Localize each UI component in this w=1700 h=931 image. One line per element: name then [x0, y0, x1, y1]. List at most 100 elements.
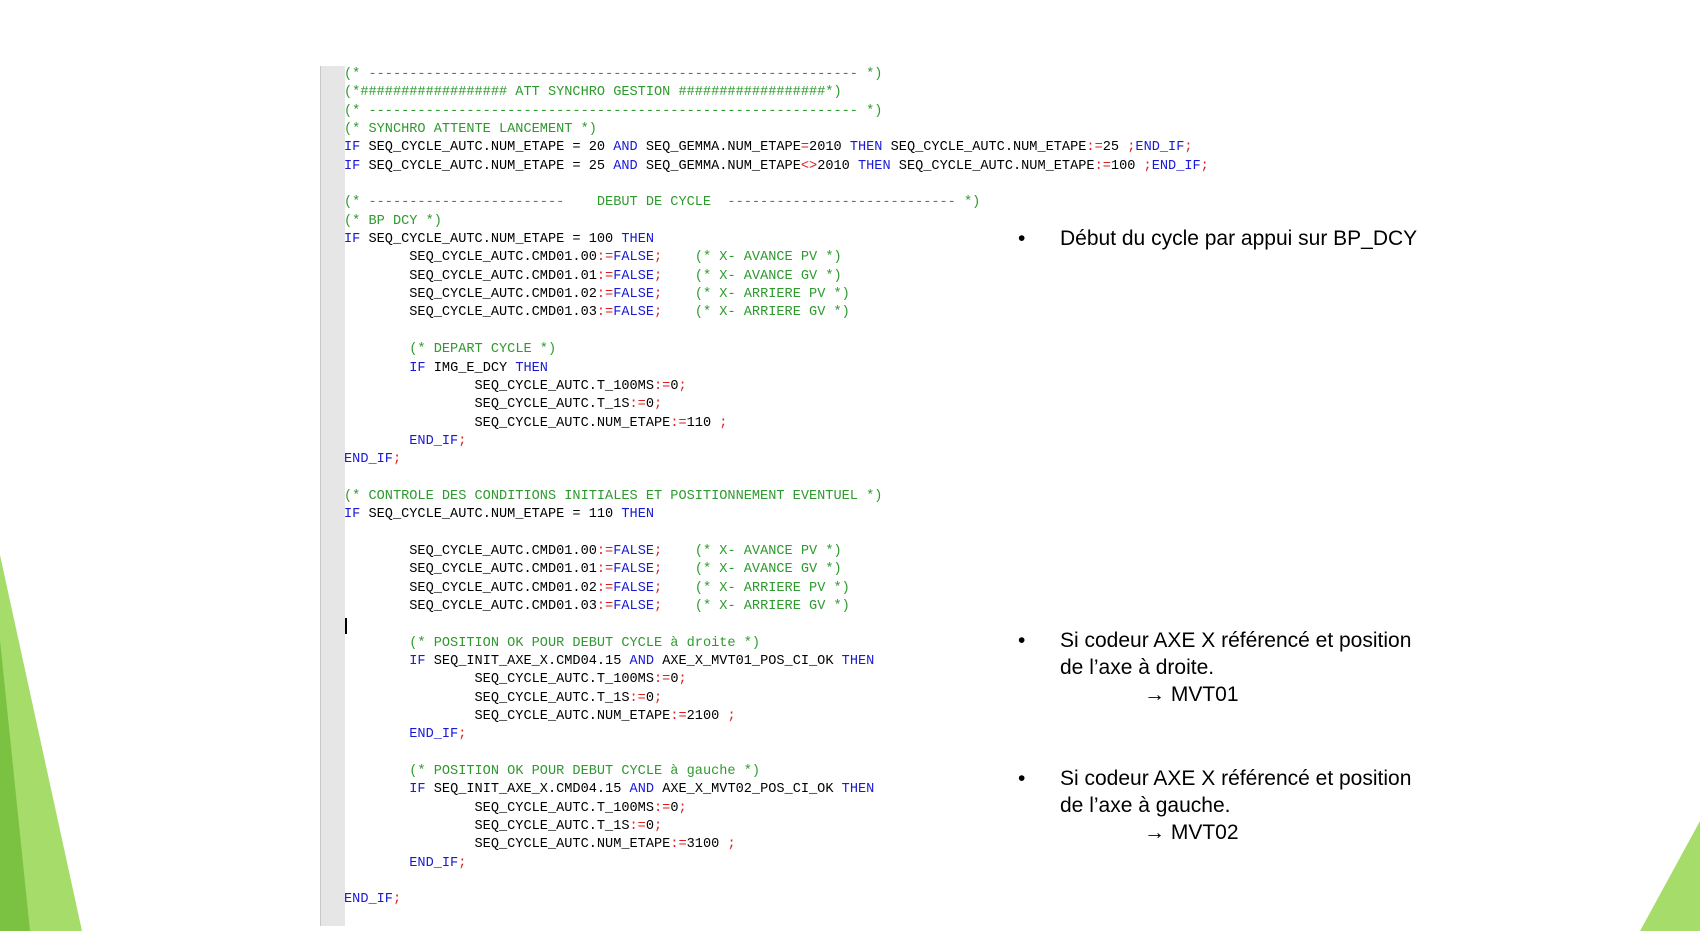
code-token: ; [458, 855, 467, 871]
code-token: := [596, 543, 614, 559]
bullet-icon: • [1018, 227, 1026, 250]
code-token: SEQ_CYCLE_AUTC.T_1S [344, 397, 630, 413]
code-token: FALSE [613, 598, 655, 614]
note-arrow-target: → MVT01 [1144, 683, 1239, 706]
code-token: THEN [857, 158, 891, 174]
code-token: 0 [645, 690, 655, 706]
code-token: SEQ_CYCLE_AUTC.NUM_ETAPE = 25 [360, 158, 614, 174]
editor-gutter [320, 66, 345, 926]
annotation-notes: • Début du cycle par appui sur BP_DCY • … [1010, 0, 1460, 931]
code-token: SEQ_CYCLE_AUTC.CMD01.00 [344, 543, 597, 559]
code-token: := [654, 378, 671, 394]
code-token: ; [654, 580, 663, 596]
decor-right-triangle [1640, 821, 1700, 931]
code-token: (* DEPART CYCLE *) [409, 342, 557, 358]
code-token: SEQ_GEMMA.NUM_ETAPE [637, 140, 801, 156]
code-token: := [629, 397, 646, 413]
code-token: AND [629, 782, 655, 798]
code-token: := [596, 268, 614, 284]
code-token: ; [392, 892, 402, 908]
code-token: IF [409, 654, 426, 669]
code-token: ; [458, 727, 467, 743]
code-token: IF [344, 158, 361, 174]
code-token: FALSE [613, 268, 655, 284]
code-token: (* X- ARRIERE GV *) [694, 598, 850, 614]
code-token: := [629, 819, 646, 835]
code-token: FALSE [613, 580, 655, 596]
code-token: ; [678, 800, 687, 816]
code-token: := [654, 672, 671, 688]
note-line: Si codeur AXE X référencé et position [1060, 767, 1412, 790]
note-line: de l’axe à gauche. [1060, 794, 1231, 817]
code-token: (* BP DCY *) [344, 213, 442, 229]
code-token: ; [654, 819, 663, 835]
code-token: THEN [841, 782, 875, 798]
code-token: := [596, 287, 614, 303]
code-token: SEQ_CYCLE_AUTC.CMD01.03 [344, 305, 597, 321]
code-token: (*################## ATT SYNCHRO GESTION… [344, 85, 842, 101]
code-token: (* POSITION OK POUR DEBUT CYCLE à droite… [409, 635, 761, 651]
code-token: 2010 [817, 158, 858, 174]
code-token: 0 [670, 800, 679, 816]
code-token: 0 [645, 819, 655, 835]
code-token: IF [344, 507, 361, 523]
code-token: END_IF [344, 452, 393, 468]
code-token: SEQ_INIT_AXE_X.CMD04.15 [425, 654, 630, 669]
code-token: THEN [621, 507, 655, 523]
decor-left-triangles [0, 555, 82, 931]
code-token: := [654, 800, 671, 816]
code-token: END_IF [344, 892, 393, 908]
code-token: FALSE [613, 305, 655, 321]
code-token: ; [654, 250, 663, 266]
code-token: := [629, 690, 646, 706]
code-token: 0 [645, 397, 655, 413]
code-token: := [670, 415, 687, 431]
code-token: AND [613, 140, 638, 156]
code-token: ; [654, 690, 663, 706]
code-token: ; [654, 268, 663, 284]
code-token: 3100 [686, 837, 728, 853]
note-line: Début du cycle par appui sur BP_DCY [1060, 227, 1418, 250]
code-token: SEQ_CYCLE_AUTC.NUM_ETAPE = 20 [360, 140, 614, 156]
bullet-icon: • [1018, 629, 1026, 652]
code-token: THEN [621, 232, 655, 248]
code-token: ; [654, 287, 663, 303]
code-token: (* X- ARRIERE PV *) [694, 287, 850, 303]
code-token: := [596, 598, 614, 614]
code-token: (* X- AVANCE GV *) [694, 268, 842, 284]
code-token: 0 [670, 672, 679, 688]
code-token: SEQ_CYCLE_AUTC.CMD01.03 [344, 598, 597, 614]
code-token: (* ------------------------ DEBUT DE CYC… [344, 195, 981, 211]
code-token: FALSE [613, 562, 655, 578]
code-token: IF [409, 360, 426, 376]
code-token: IF [409, 782, 426, 798]
code-token: 2010 [809, 140, 850, 156]
code-token: ; [719, 415, 728, 431]
code-token: ; [654, 397, 663, 413]
code-token: ; [458, 433, 467, 449]
code-token: 0 [670, 378, 679, 394]
bullet-icon: • [1018, 767, 1026, 790]
code-token: SEQ_CYCLE_AUTC.NUM_ETAPE [344, 415, 671, 431]
text-cursor [345, 618, 347, 634]
code-token: AXE_X_MVT02_POS_CI_OK [654, 782, 842, 798]
note-arrow-target: → MVT02 [1144, 821, 1239, 844]
code-token: THEN [849, 140, 883, 156]
code-token: (* X- ARRIERE PV *) [694, 580, 850, 596]
code-token: IMG_E_DCY [425, 360, 516, 376]
code-token: SEQ_CYCLE_AUTC.CMD01.02 [344, 287, 597, 303]
code-token: SEQ_CYCLE_AUTC.CMD01.01 [344, 562, 597, 578]
code-token: := [596, 562, 614, 578]
